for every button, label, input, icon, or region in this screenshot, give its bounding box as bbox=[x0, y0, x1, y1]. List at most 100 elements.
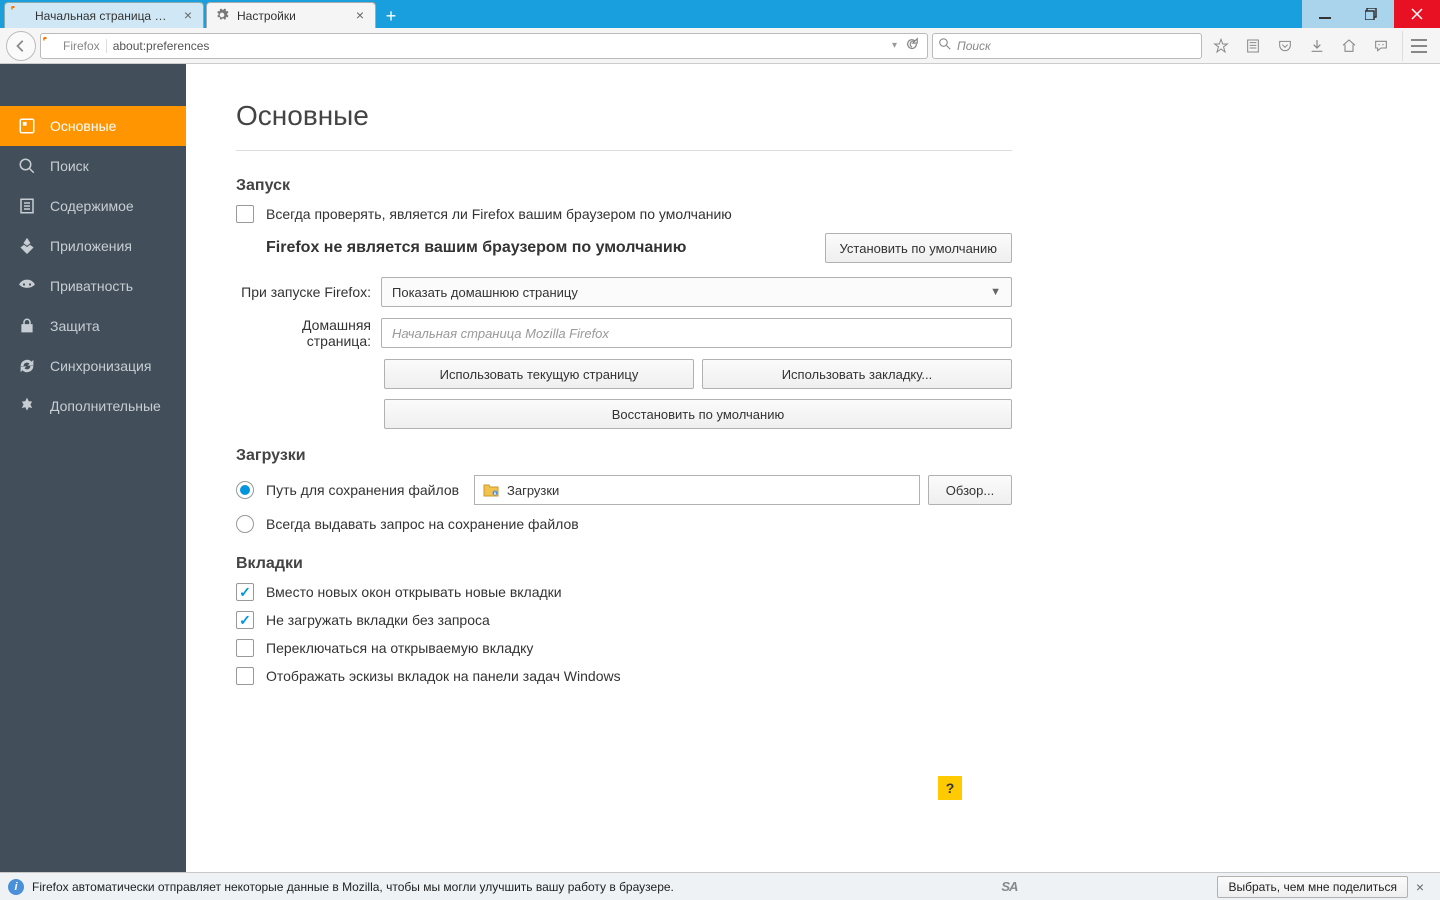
notification-text: Firefox автоматически отправляет некотор… bbox=[32, 880, 1001, 894]
url-text: about:preferences bbox=[113, 39, 892, 53]
bookmark-star-button[interactable] bbox=[1206, 31, 1236, 61]
save-to-radio[interactable] bbox=[236, 481, 254, 499]
minimize-button[interactable] bbox=[1302, 0, 1348, 28]
notification-choose-button[interactable]: Выбрать, чем мне поделиться bbox=[1217, 876, 1408, 898]
sidebar-item-label: Синхронизация bbox=[50, 358, 151, 374]
page-title: Основные bbox=[236, 100, 1012, 151]
sidebar-item-label: Дополнительные bbox=[50, 398, 161, 414]
sidebar-item-applications[interactable]: Приложения bbox=[0, 226, 186, 266]
make-default-button[interactable]: Установить по умолчанию bbox=[825, 233, 1012, 263]
identity-box[interactable]: Firefox bbox=[45, 39, 107, 53]
close-icon[interactable]: × bbox=[353, 9, 367, 23]
search-bar[interactable]: Поиск bbox=[932, 33, 1202, 59]
sidebar-item-sync[interactable]: Синхронизация bbox=[0, 346, 186, 386]
restore-button[interactable] bbox=[1348, 0, 1394, 28]
gear-icon bbox=[215, 8, 231, 24]
url-bar[interactable]: Firefox about:preferences ▾ bbox=[40, 33, 928, 59]
switch-to-label: Переключаться на открываемую вкладку bbox=[266, 640, 533, 656]
homepage-placeholder: Начальная страница Mozilla Firefox bbox=[392, 326, 609, 341]
hello-button[interactable] bbox=[1366, 31, 1396, 61]
sidebar-item-privacy[interactable]: Приватность bbox=[0, 266, 186, 306]
window-controls bbox=[1302, 0, 1440, 28]
tabs-heading: Вкладки bbox=[236, 555, 1012, 573]
tab-label: Начальная страница Мо... bbox=[35, 9, 175, 23]
advanced-icon bbox=[18, 397, 36, 415]
content-icon bbox=[18, 197, 36, 215]
sidebar-item-label: Защита bbox=[50, 318, 100, 334]
dropdown-icon[interactable]: ▾ bbox=[892, 40, 901, 51]
homepage-input[interactable]: Начальная страница Mozilla Firefox bbox=[381, 318, 1012, 348]
tab-strip: Начальная страница Мо... × Настройки × + bbox=[0, 0, 1302, 28]
download-path-input[interactable]: Загрузки bbox=[474, 475, 920, 505]
bookmarks-list-button[interactable] bbox=[1238, 31, 1268, 61]
help-button[interactable]: ? bbox=[938, 776, 962, 800]
search-placeholder: Поиск bbox=[957, 39, 991, 53]
identity-label: Firefox bbox=[63, 39, 100, 53]
use-bookmark-button[interactable]: Использовать закладку... bbox=[702, 359, 1012, 389]
window-close-button[interactable] bbox=[1394, 0, 1440, 28]
downloads-button[interactable] bbox=[1302, 31, 1332, 61]
always-ask-label: Всегда выдавать запрос на сохранение фай… bbox=[266, 516, 579, 532]
tab-label: Настройки bbox=[237, 9, 347, 23]
sa-watermark: SA bbox=[1001, 879, 1017, 894]
sidebar-item-content[interactable]: Содержимое bbox=[0, 186, 186, 226]
sidebar-item-label: Основные bbox=[50, 118, 116, 134]
search-icon bbox=[18, 157, 36, 175]
sidebar-item-general[interactable]: Основные bbox=[0, 106, 186, 146]
sidebar-item-security[interactable]: Защита bbox=[0, 306, 186, 346]
save-to-label: Путь для сохранения файлов bbox=[266, 482, 466, 498]
browser-tab-0[interactable]: Начальная страница Мо... × bbox=[4, 2, 204, 28]
preferences-sidebar: Основные Поиск Содержимое Приложения При… bbox=[0, 64, 186, 872]
search-icon bbox=[939, 38, 951, 53]
notification-bar: i Firefox автоматически отправляет некот… bbox=[0, 872, 1440, 900]
new-tab-button[interactable]: + bbox=[378, 4, 404, 28]
show-previews-label: Отображать эскизы вкладок на панели зада… bbox=[266, 668, 621, 684]
sidebar-item-label: Приложения bbox=[50, 238, 132, 254]
general-icon bbox=[18, 117, 36, 135]
sidebar-item-label: Приватность bbox=[50, 278, 133, 294]
titlebar: Начальная страница Мо... × Настройки × + bbox=[0, 0, 1440, 28]
dont-load-label: Не загружать вкладки без запроса bbox=[266, 612, 490, 628]
download-path-value: Загрузки bbox=[507, 483, 559, 498]
close-icon[interactable]: × bbox=[181, 9, 195, 23]
on-start-select[interactable]: Показать домашнюю страницу ▼ bbox=[381, 277, 1012, 307]
sidebar-item-search[interactable]: Поиск bbox=[0, 146, 186, 186]
folder-icon bbox=[483, 483, 499, 497]
lock-icon bbox=[18, 317, 36, 335]
pocket-button[interactable] bbox=[1270, 31, 1300, 61]
on-start-label: При запуске Firefox: bbox=[236, 284, 381, 300]
select-value: Показать домашнюю страницу bbox=[392, 285, 578, 300]
downloads-heading: Загрузки bbox=[236, 447, 1012, 465]
browse-button[interactable]: Обзор... bbox=[928, 475, 1012, 505]
back-button[interactable] bbox=[6, 31, 36, 61]
applications-icon bbox=[18, 237, 36, 255]
privacy-icon bbox=[18, 277, 36, 295]
firefox-icon bbox=[13, 8, 29, 24]
info-icon: i bbox=[8, 879, 24, 895]
homepage-label: Домашняя страница: bbox=[236, 317, 381, 349]
restore-default-button[interactable]: Восстановить по умолчанию bbox=[384, 399, 1012, 429]
notification-close-button[interactable]: × bbox=[1408, 879, 1432, 895]
nav-toolbar: Firefox about:preferences ▾ Поиск bbox=[0, 28, 1440, 64]
sidebar-item-label: Поиск bbox=[50, 158, 89, 174]
always-check-label: Всегда проверять, является ли Firefox ва… bbox=[266, 206, 732, 222]
switch-to-checkbox[interactable] bbox=[236, 639, 254, 657]
show-previews-checkbox[interactable] bbox=[236, 667, 254, 685]
open-in-tabs-checkbox[interactable] bbox=[236, 583, 254, 601]
sidebar-item-advanced[interactable]: Дополнительные bbox=[0, 386, 186, 426]
home-button[interactable] bbox=[1334, 31, 1364, 61]
startup-heading: Запуск bbox=[236, 177, 1012, 195]
always-ask-radio[interactable] bbox=[236, 515, 254, 533]
chevron-down-icon: ▼ bbox=[990, 286, 1001, 298]
toolbar-icons bbox=[1206, 31, 1434, 61]
browser-tab-1[interactable]: Настройки × bbox=[206, 2, 376, 28]
menu-button[interactable] bbox=[1402, 31, 1434, 61]
sidebar-item-label: Содержимое bbox=[50, 198, 134, 214]
preferences-content: Основные Запуск Всегда проверять, являет… bbox=[186, 64, 1440, 872]
dont-load-checkbox[interactable] bbox=[236, 611, 254, 629]
use-current-button[interactable]: Использовать текущую страницу bbox=[384, 359, 694, 389]
reload-button[interactable] bbox=[901, 37, 923, 54]
always-check-checkbox[interactable] bbox=[236, 205, 254, 223]
sync-icon bbox=[18, 357, 36, 375]
open-in-tabs-label: Вместо новых окон открывать новые вкладк… bbox=[266, 584, 562, 600]
